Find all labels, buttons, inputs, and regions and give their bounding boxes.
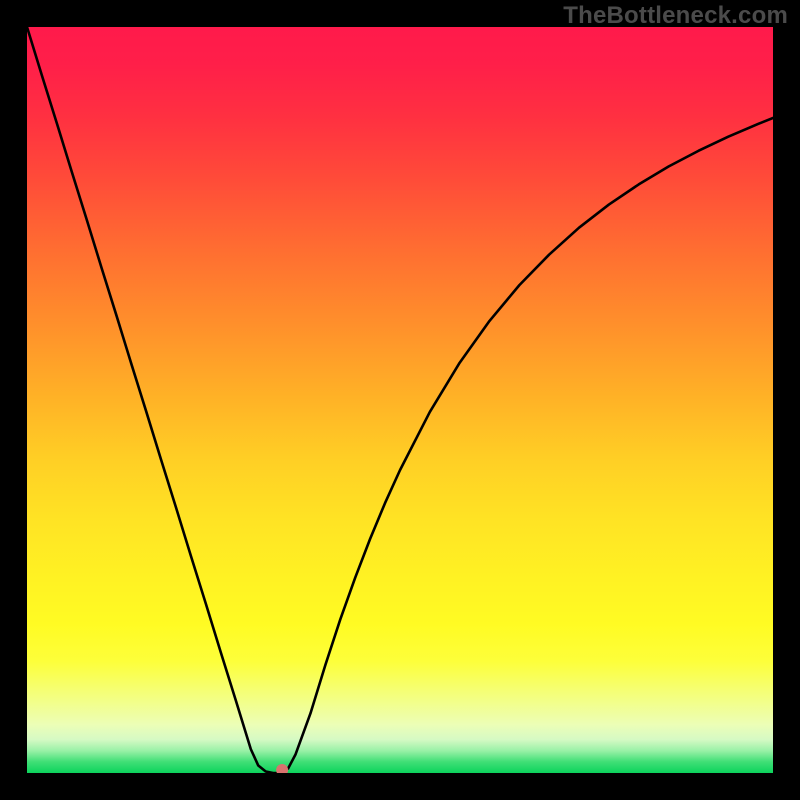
plot-background bbox=[27, 27, 773, 773]
chart-frame: TheBottleneck.com bbox=[0, 0, 800, 800]
bottleneck-chart bbox=[27, 27, 773, 773]
watermark-text: TheBottleneck.com bbox=[563, 2, 788, 30]
